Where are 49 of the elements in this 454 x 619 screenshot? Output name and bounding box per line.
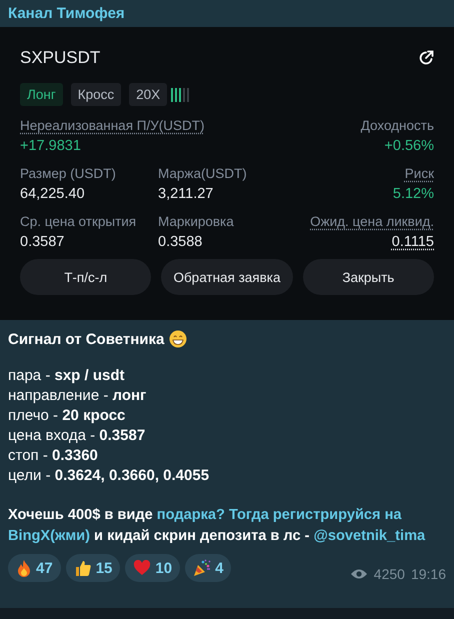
symbol-title: SXPUSDT — [20, 48, 100, 68]
stat-value: +0.56% — [384, 138, 434, 154]
stat-label: Ср. цена открытия — [20, 214, 136, 229]
reaction-button[interactable]: 10 — [125, 554, 180, 582]
grinning-emoji-icon — [169, 330, 188, 348]
eye-icon — [350, 568, 368, 580]
stat-value: 0.1115 — [392, 234, 434, 250]
stat-value: 0.3587 — [20, 234, 64, 250]
party-popper-icon — [193, 559, 212, 577]
stat-value: +17.9831 — [20, 138, 81, 154]
thumbs-up-icon — [74, 559, 92, 577]
stat-value: 3,211.27 — [158, 186, 214, 202]
reaction-button[interactable]: 4 — [185, 554, 232, 582]
heart-icon — [133, 560, 152, 576]
action-button[interactable]: Закрыть — [302, 259, 434, 295]
signal-line: плечо - 20 кросс — [8, 407, 126, 425]
reaction-button[interactable]: 47 — [8, 554, 61, 582]
position-tag: 20X — [129, 83, 168, 106]
stat-label: Маржа(USDT) — [158, 166, 247, 181]
signal-line: цели - 0.3624, 0.3660, 0.4055 — [8, 467, 210, 485]
message-title: Сигнал от Советника — [8, 330, 164, 348]
stat-label: Ожид. цена ликвид. — [310, 214, 434, 229]
channel-title: Канал Тимофея — [8, 5, 125, 22]
fire-icon — [16, 559, 32, 577]
stat-value: 0.3588 — [158, 234, 202, 250]
signal-line: цена входа - 0.3587 — [8, 427, 146, 445]
message-time: 19:16 — [410, 566, 446, 582]
signal-line: стоп - 0.3360 — [8, 447, 99, 465]
signal-line: направление - лонг — [8, 387, 148, 405]
position-tag: Лонг — [20, 83, 63, 106]
link[interactable]: подарка? Тогда регистрируйся на — [156, 507, 402, 523]
action-button[interactable]: Обратная заявка — [161, 259, 293, 295]
promo-text: и кидай скрин депозита в лс - — [93, 528, 311, 544]
promo-text: Хочешь 400$ в виде — [8, 507, 154, 523]
stat-label: Риск — [404, 166, 434, 181]
stat-label: Нереализованная П/У(USDT) — [20, 118, 205, 133]
position-tag: Кросс — [70, 83, 122, 106]
reaction-button[interactable]: 15 — [66, 554, 120, 582]
stat-label: Маркировка — [158, 214, 234, 229]
stat-label: Доходность — [360, 118, 434, 133]
signal-line: пара - sxp / usdt — [8, 367, 126, 385]
stat-label: Размер (USDT) — [20, 166, 116, 181]
link[interactable]: BingX(жми) — [8, 528, 90, 544]
share-icon[interactable] — [418, 50, 434, 66]
view-count: 4250 — [374, 566, 405, 582]
stat-value: 5.12% — [392, 186, 434, 202]
action-button[interactable]: Т-п/с-л — [20, 259, 152, 295]
link[interactable]: @sovetnik_tima — [314, 528, 426, 544]
stat-value: 64,225.40 — [20, 186, 85, 202]
